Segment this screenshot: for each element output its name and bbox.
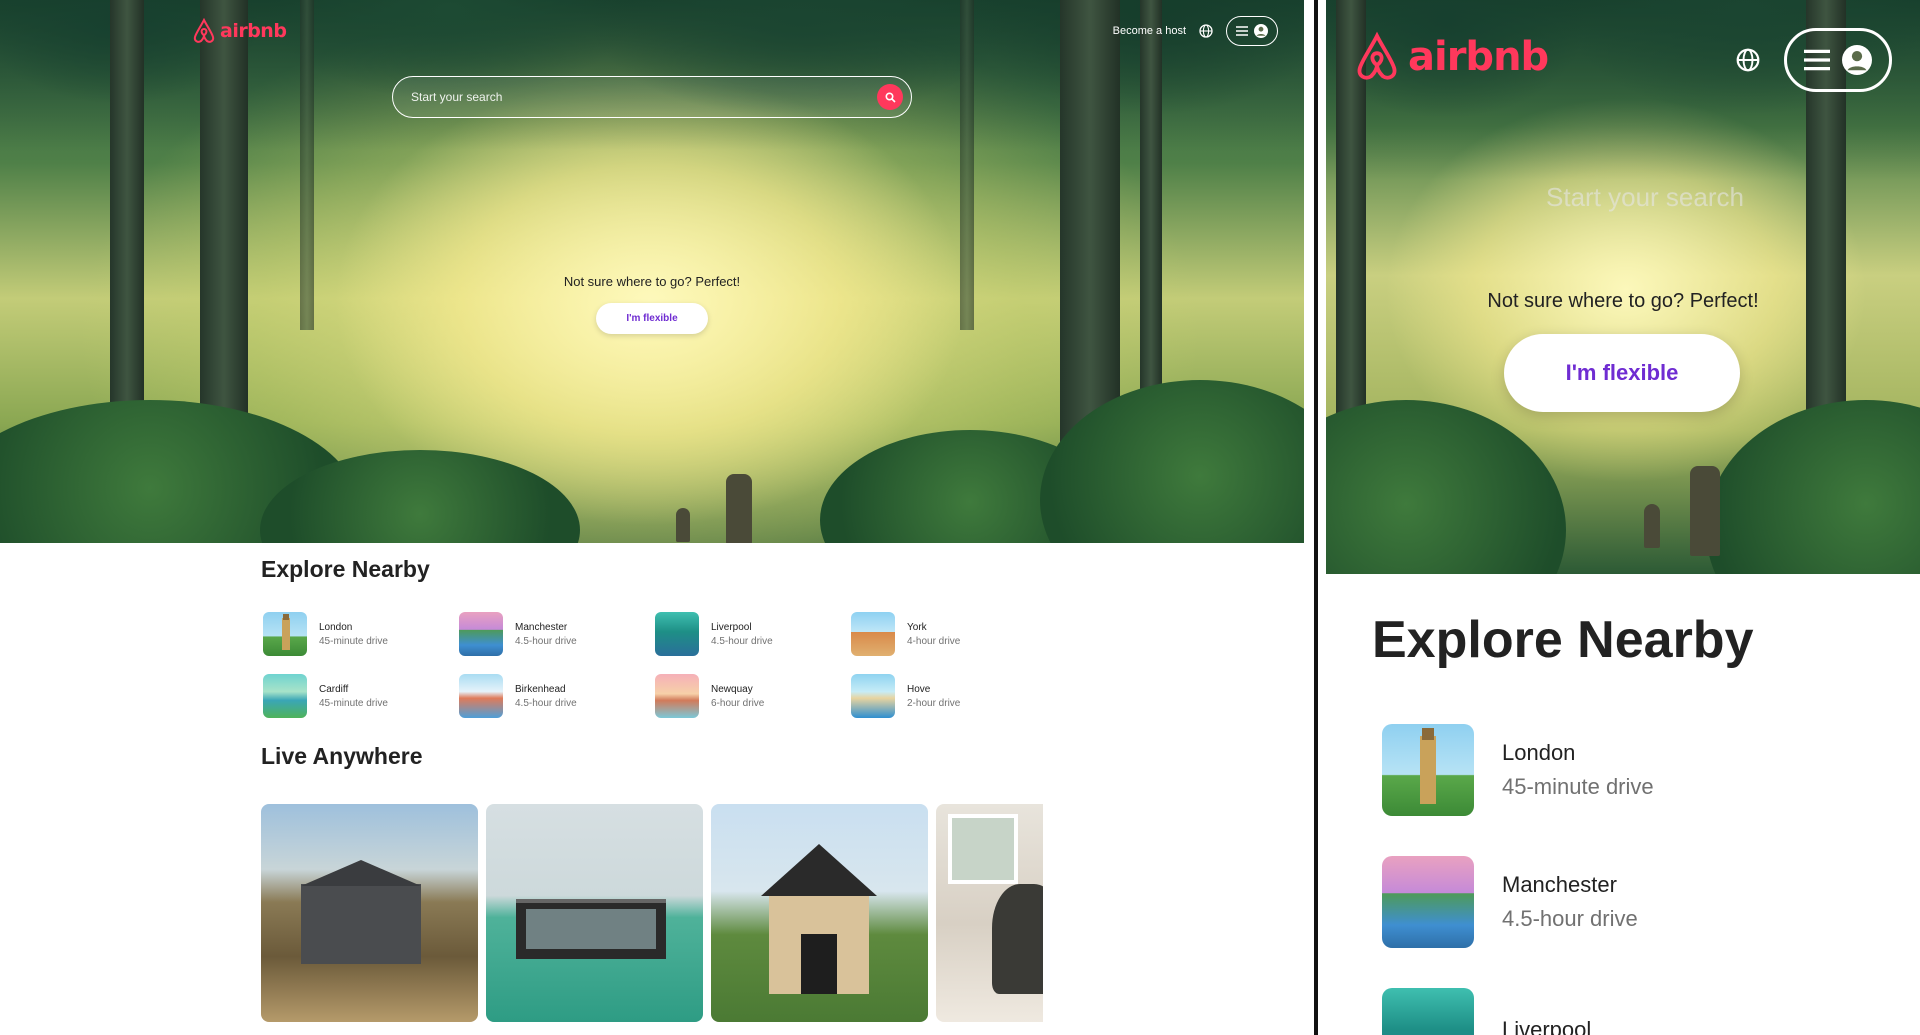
nearby-item-hove[interactable]: Hove 2-hour drive xyxy=(851,674,1047,718)
menu-icon xyxy=(1236,26,1248,36)
search-bar[interactable] xyxy=(392,76,912,118)
nearby-item-distance: 4.5-hour drive xyxy=(515,697,577,709)
manchester-thumbnail xyxy=(459,612,503,656)
bush xyxy=(1706,400,1920,574)
search-input[interactable] xyxy=(411,90,831,104)
user-menu-button[interactable] xyxy=(1226,16,1278,46)
hero-tagline: Not sure where to go? Perfect! xyxy=(1487,290,1759,312)
explore-nearby-title: Explore Nearby xyxy=(1372,611,1754,669)
nearby-item-distance: 4-hour drive xyxy=(907,635,961,647)
child-figure xyxy=(1644,504,1660,548)
explore-nearby-title: Explore Nearby xyxy=(261,556,430,582)
desktop-view: airbnb Become a host Not sure where to g… xyxy=(0,0,1304,1035)
zoomed-view: airbnb Start your search Not sure where … xyxy=(1326,0,1920,1035)
header-controls: Become a host xyxy=(1113,16,1278,46)
airbnb-logo-icon xyxy=(1357,31,1397,80)
search-icon xyxy=(884,91,896,103)
nearby-item-name: Manchester xyxy=(515,621,568,633)
search-placeholder-ghost: Start your search xyxy=(1546,182,1744,212)
live-card-cozy-bedroom[interactable] xyxy=(936,804,1043,1022)
zoomed-hero-banner: airbnb Start your search Not sure where … xyxy=(1326,0,1920,574)
panel-divider xyxy=(1314,0,1318,1035)
nearby-item-name: Hove xyxy=(907,683,931,695)
nearby-item-birkenhead[interactable]: Birkenhead 4.5-hour drive xyxy=(459,674,655,718)
child-figure xyxy=(676,508,690,542)
airbnb-logo[interactable]: airbnb xyxy=(192,18,287,44)
york-thumbnail xyxy=(851,612,895,656)
bush xyxy=(1326,400,1566,574)
liverpool-thumbnail xyxy=(1382,988,1474,1035)
search-button[interactable] xyxy=(877,84,903,110)
nearby-item-name: Liverpool xyxy=(1502,1017,1592,1035)
manchester-thumbnail xyxy=(1382,856,1474,948)
nearby-item-name: Cardiff xyxy=(319,683,349,695)
cardiff-thumbnail xyxy=(263,674,307,718)
nearby-item-name: Birkenhead xyxy=(515,683,566,695)
birkenhead-thumbnail xyxy=(459,674,503,718)
nearby-item-cardiff[interactable]: Cardiff 45-minute drive xyxy=(263,674,459,718)
live-anywhere-carousel xyxy=(261,804,1043,1022)
im-flexible-button[interactable]: I'm flexible xyxy=(596,303,708,334)
nearby-item-name: London xyxy=(1502,740,1576,765)
user-avatar-icon xyxy=(1842,45,1872,75)
brand-wordmark: airbnb xyxy=(1408,34,1549,80)
become-host-link[interactable]: Become a host xyxy=(1113,25,1186,37)
nearby-item-distance: 6-hour drive xyxy=(711,697,765,709)
newquay-thumbnail xyxy=(655,674,699,718)
menu-icon xyxy=(1804,49,1830,71)
hiker-figure xyxy=(1690,466,1720,556)
live-card-countryside-house[interactable] xyxy=(261,804,478,1022)
nearby-item-name: London xyxy=(319,621,353,633)
live-anywhere-title: Live Anywhere xyxy=(261,743,423,769)
hero-banner: airbnb Become a host Not sure where to g… xyxy=(0,0,1304,543)
nearby-item-distance: 4.5-hour drive xyxy=(711,635,773,647)
nearby-item-liverpool[interactable]: Liverpool xyxy=(1382,988,1654,1035)
im-flexible-button[interactable]: I'm flexible xyxy=(1504,334,1740,412)
hero-tagline: Not sure where to go? Perfect! xyxy=(563,274,741,289)
liverpool-thumbnail xyxy=(655,612,699,656)
london-thumbnail xyxy=(1382,724,1474,816)
nearby-item-distance: 45-minute drive xyxy=(319,635,388,647)
nearby-item-name: Manchester xyxy=(1502,872,1617,897)
explore-nearby-list: London 45-minute drive Manchester 4.5-hour… xyxy=(1382,724,1654,1035)
brand-wordmark: airbnb xyxy=(220,20,287,42)
live-card-floating-house[interactable] xyxy=(486,804,703,1022)
globe-icon[interactable] xyxy=(1736,48,1760,72)
airbnb-logo-icon xyxy=(193,18,215,43)
nearby-item-name: Liverpool xyxy=(711,621,752,633)
nearby-item-name: Newquay xyxy=(711,683,753,695)
nearby-item-london[interactable]: London 45-minute drive xyxy=(263,612,459,656)
tree-trunk xyxy=(200,0,248,420)
nearby-item-manchester[interactable]: Manchester 4.5-hour drive xyxy=(1382,856,1654,948)
globe-icon[interactable] xyxy=(1198,23,1214,39)
nearby-item-name: York xyxy=(907,621,927,633)
nearby-item-distance: 2-hour drive xyxy=(907,697,961,709)
user-avatar-icon xyxy=(1254,24,1268,38)
nearby-item-manchester[interactable]: Manchester 4.5-hour drive xyxy=(459,612,655,656)
nearby-item-liverpool[interactable]: Liverpool 4.5-hour drive xyxy=(655,612,851,656)
nearby-item-distance: 45-minute drive xyxy=(1502,774,1654,799)
hiker-figure xyxy=(726,474,752,543)
nearby-item-distance: 45-minute drive xyxy=(319,697,388,709)
hove-thumbnail xyxy=(851,674,895,718)
london-thumbnail xyxy=(263,612,307,656)
nearby-item-distance: 4.5-hour drive xyxy=(515,635,577,647)
explore-nearby-grid: London 45-minute drive Manchester 4.5-hour… xyxy=(263,612,1063,718)
nearby-item-york[interactable]: York 4-hour drive xyxy=(851,612,1047,656)
nearby-item-london[interactable]: London 45-minute drive xyxy=(1382,724,1654,816)
live-card-forest-cabin[interactable] xyxy=(711,804,928,1022)
nearby-item-newquay[interactable]: Newquay 6-hour drive xyxy=(655,674,851,718)
nearby-item-distance: 4.5-hour drive xyxy=(1502,906,1638,931)
user-menu-button[interactable] xyxy=(1784,28,1892,92)
airbnb-logo[interactable]: airbnb xyxy=(1354,30,1549,84)
